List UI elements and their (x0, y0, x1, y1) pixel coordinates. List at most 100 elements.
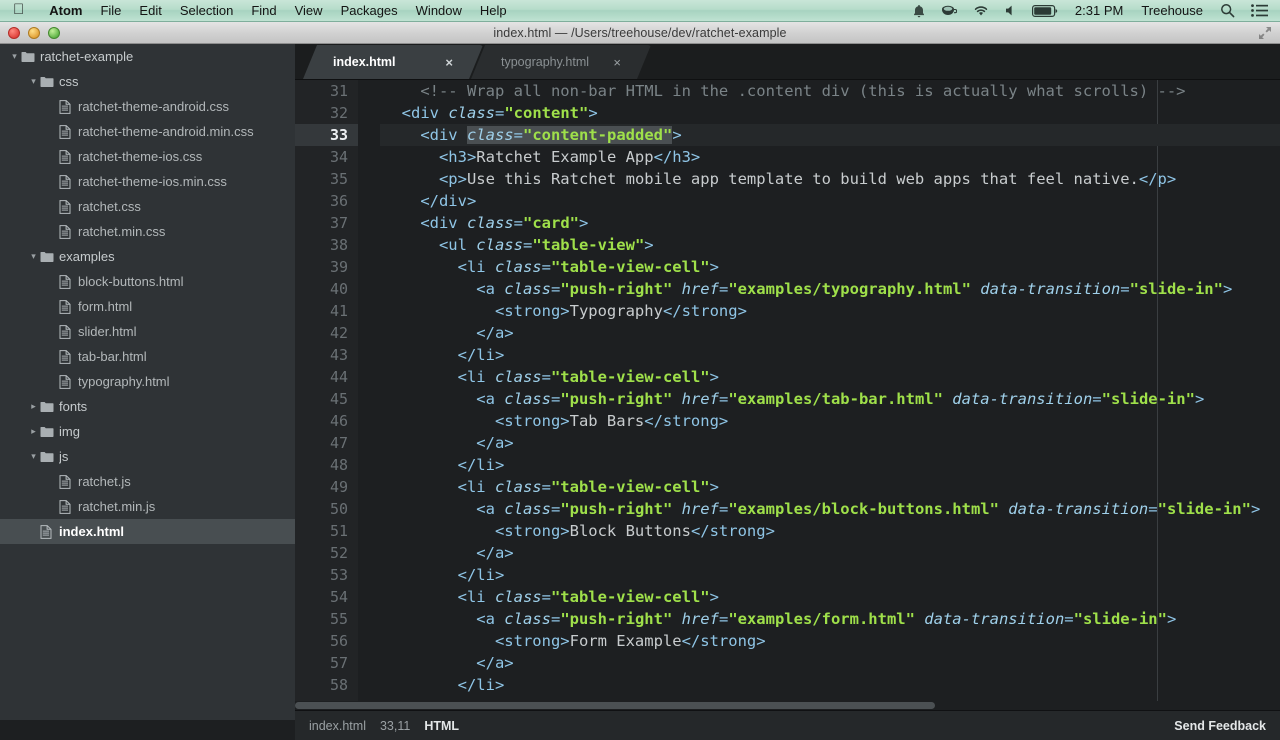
battery-icon[interactable] (1024, 4, 1066, 17)
horizontal-scrollbar[interactable] (295, 701, 1280, 710)
tree-item-label: ratchet-theme-ios.css (78, 149, 203, 164)
tree-folder-css[interactable]: ▾ css (0, 69, 295, 94)
token-tag: </strong> (644, 412, 729, 430)
close-window-button[interactable] (8, 27, 20, 39)
tab-index-html[interactable]: index.html × (303, 45, 483, 79)
scrollbar-thumb[interactable] (295, 702, 935, 709)
apple-logo-icon[interactable]:  (13, 2, 24, 17)
token-eq: = (522, 236, 533, 254)
volume-icon[interactable] (997, 4, 1024, 17)
code-line[interactable]: 55 <a class="push-right" href="examples/f… (295, 608, 1280, 630)
token-tag: > (588, 104, 598, 122)
notification-center-icon[interactable] (1243, 4, 1280, 17)
tree-file-typography-html[interactable]: typography.html (0, 369, 295, 394)
code-line[interactable]: 53 </li> (295, 564, 1280, 586)
bell-icon[interactable] (905, 4, 933, 18)
tree-file-slider-html[interactable]: slider.html (0, 319, 295, 344)
code-line[interactable]: 58 </li> (295, 674, 1280, 696)
code-line[interactable]: 34 <h3>Ratchet Example App</h3> (295, 146, 1280, 168)
code-line[interactable]: 49 <li class="table-view-cell"> (295, 476, 1280, 498)
menubar-user[interactable]: Treehouse (1132, 3, 1212, 18)
code-line[interactable]: 39 <li class="table-view-cell"> (295, 256, 1280, 278)
tree-folder-fonts[interactable]: ▸ fonts (0, 394, 295, 419)
chevron-down-icon[interactable]: ▾ (27, 451, 40, 462)
status-grammar[interactable]: HTML (424, 719, 459, 733)
code-line[interactable]: 54 <li class="table-view-cell"> (295, 586, 1280, 608)
tree-file-index-html[interactable]: index.html (0, 519, 295, 544)
minimize-window-button[interactable] (28, 27, 40, 39)
tree-file-ratchet-min-css[interactable]: ratchet.min.css (0, 219, 295, 244)
menu-item-atom[interactable]: Atom (40, 3, 91, 18)
token-str: "slide-in" (1157, 500, 1251, 518)
tree-file-form-html[interactable]: form.html (0, 294, 295, 319)
tree-file-ratchet-js[interactable]: ratchet.js (0, 469, 295, 494)
tree-folder-img[interactable]: ▸ img (0, 419, 295, 444)
tab-close-icon[interactable]: × (613, 55, 621, 70)
token-str: "card" (523, 214, 579, 232)
search-icon[interactable] (1212, 3, 1243, 18)
menu-item-file[interactable]: File (91, 3, 130, 18)
menu-item-view[interactable]: View (286, 3, 332, 18)
code-line[interactable]: 47 </a> (295, 432, 1280, 454)
menu-item-help[interactable]: Help (471, 3, 516, 18)
coffee-icon[interactable] (933, 4, 965, 18)
tab-close-icon[interactable]: × (445, 55, 453, 70)
chevron-right-icon[interactable]: ▸ (27, 426, 40, 437)
tab-typography-html[interactable]: typography.html × (471, 45, 651, 79)
menu-item-find[interactable]: Find (242, 3, 285, 18)
code-line[interactable]: 50 <a class="push-right" href="examples/b… (295, 498, 1280, 520)
tree-file-ratchet-theme-ios-min-css[interactable]: ratchet-theme-ios.min.css (0, 169, 295, 194)
code-line[interactable]: 42 </a> (295, 322, 1280, 344)
wifi-icon[interactable] (965, 4, 997, 17)
menu-item-selection[interactable]: Selection (171, 3, 242, 18)
chevron-down-icon[interactable]: ▾ (27, 76, 40, 87)
code-line[interactable]: 33 <div class="content-padded"> (295, 124, 1280, 146)
chevron-right-icon[interactable]: ▸ (27, 401, 40, 412)
token-text: Use this Ratchet mobile app template to … (466, 170, 1139, 188)
code-line[interactable]: 41 <strong>Typography</strong> (295, 300, 1280, 322)
tree-file-ratchet-theme-ios-css[interactable]: ratchet-theme-ios.css (0, 144, 295, 169)
token-str: "examples/tab-bar.html" (728, 390, 943, 408)
code-line[interactable]: 35 <p>Use this Ratchet mobile app templat… (295, 168, 1280, 190)
menu-item-edit[interactable]: Edit (130, 3, 170, 18)
tree-file-tab-bar-html[interactable]: tab-bar.html (0, 344, 295, 369)
code-line[interactable]: 56 <strong>Form Example</strong> (295, 630, 1280, 652)
code-line[interactable]: 36 </div> (295, 190, 1280, 212)
tree-file-ratchet-theme-android-min-css[interactable]: ratchet-theme-android.min.css (0, 119, 295, 144)
tree-folder-examples[interactable]: ▾ examples (0, 244, 295, 269)
code-line[interactable]: 43 </li> (295, 344, 1280, 366)
code-line[interactable]: 32 <div class="content"> (295, 102, 1280, 124)
tree-folder-ratchet-example[interactable]: ▾ ratchet-example (0, 44, 295, 69)
tree-file-ratchet-css[interactable]: ratchet.css (0, 194, 295, 219)
tree-folder-js[interactable]: ▾ js (0, 444, 295, 469)
line-number: 47 (295, 432, 358, 454)
code-line[interactable]: 46 <strong>Tab Bars</strong> (295, 410, 1280, 432)
code-line[interactable]: 31 <!-- Wrap all non-bar HTML in the .con… (295, 80, 1280, 102)
status-filename[interactable]: index.html (309, 719, 366, 733)
code-line-text: <a class="push-right" href="examples/tab… (476, 388, 1204, 410)
code-line[interactable]: 37 <div class="card"> (295, 212, 1280, 234)
tree-file-block-buttons-html[interactable]: block-buttons.html (0, 269, 295, 294)
code-line[interactable]: 48 </li> (295, 454, 1280, 476)
token-tag: </li> (457, 346, 505, 364)
code-editor[interactable]: 31 <!-- Wrap all non-bar HTML in the .con… (295, 80, 1280, 701)
zoom-window-button[interactable] (48, 27, 60, 39)
code-line[interactable]: 38 <ul class="table-view"> (295, 234, 1280, 256)
tree-file-ratchet-min-js[interactable]: ratchet.min.js (0, 494, 295, 519)
chevron-down-icon[interactable]: ▾ (27, 251, 40, 262)
code-line[interactable]: 52 </a> (295, 542, 1280, 564)
status-cursor-position[interactable]: 33,11 (380, 719, 410, 733)
menu-item-packages[interactable]: Packages (332, 3, 407, 18)
code-line[interactable]: 57 </a> (295, 652, 1280, 674)
code-line[interactable]: 45 <a class="push-right" href="examples/t… (295, 388, 1280, 410)
tree-file-ratchet-theme-android-css[interactable]: ratchet-theme-android.css (0, 94, 295, 119)
code-line[interactable]: 51 <strong>Block Buttons</strong> (295, 520, 1280, 542)
menu-item-window[interactable]: Window (407, 3, 471, 18)
send-feedback-link[interactable]: Send Feedback (1174, 719, 1280, 733)
chevron-down-icon[interactable]: ▾ (8, 51, 21, 62)
tree-view[interactable]: ▾ ratchet-example ▾ css ratchet-theme-androi… (0, 44, 295, 720)
code-line[interactable]: 40 <a class="push-right" href="examples/t… (295, 278, 1280, 300)
code-line[interactable]: 44 <li class="table-view-cell"> (295, 366, 1280, 388)
line-number: 44 (295, 366, 358, 388)
fullscreen-icon[interactable] (1258, 26, 1272, 40)
